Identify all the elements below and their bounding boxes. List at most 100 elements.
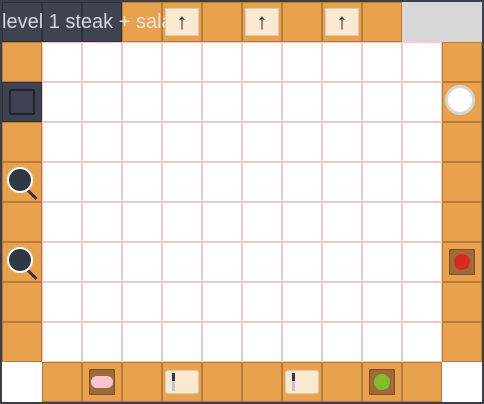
floor-tile xyxy=(322,202,362,242)
counter-tile xyxy=(2,202,42,242)
counter-tile xyxy=(242,362,282,402)
lettuce-dispenser xyxy=(369,369,395,395)
wall-tile xyxy=(2,362,42,402)
wall-tile xyxy=(42,2,82,42)
floor-tile xyxy=(122,202,162,242)
floor-tile xyxy=(202,122,242,162)
floor-tile xyxy=(42,82,82,122)
counter-tile xyxy=(282,2,322,42)
floor-tile xyxy=(82,202,122,242)
floor-tile xyxy=(362,322,402,362)
counter-tile xyxy=(2,282,42,322)
counter-tile xyxy=(442,282,482,322)
game-board: level 1 steak + salad ↑ ↑ ↑ xyxy=(0,0,484,404)
floor-tile xyxy=(402,162,442,202)
floor-tile xyxy=(202,82,242,122)
floor-tile xyxy=(202,322,242,362)
floor-tile xyxy=(402,42,442,82)
floor-tile xyxy=(322,122,362,162)
counter-tile xyxy=(2,322,42,362)
floor-tile xyxy=(42,282,82,322)
crate-icon xyxy=(9,89,35,115)
delivery-window-1: ↑ xyxy=(165,8,199,36)
plate-icon xyxy=(445,85,475,115)
floor-tile xyxy=(202,242,242,282)
floor-tile xyxy=(402,322,442,362)
knife-handle xyxy=(292,373,295,381)
floor-tile xyxy=(242,122,282,162)
counter-tile xyxy=(202,362,242,402)
cutting-board-2 xyxy=(285,370,319,394)
floor-tile xyxy=(322,162,362,202)
floor-tile xyxy=(282,322,322,362)
floor-tile xyxy=(282,162,322,202)
floor-tile xyxy=(362,282,402,322)
up-arrow-icon: ↑ xyxy=(336,9,348,34)
floor-tile xyxy=(162,322,202,362)
counter-tile xyxy=(442,162,482,202)
up-arrow-icon: ↑ xyxy=(256,9,268,34)
frying-pan-2 xyxy=(2,242,42,282)
floor-tile xyxy=(402,202,442,242)
floor-tile xyxy=(402,282,442,322)
counter-tile xyxy=(2,42,42,82)
floor-tile xyxy=(242,82,282,122)
floor-tile xyxy=(322,82,362,122)
wall-tile xyxy=(2,2,42,42)
floor-tile xyxy=(162,202,202,242)
floor-tile xyxy=(282,242,322,282)
floor-tile xyxy=(162,42,202,82)
wall-tile xyxy=(442,362,482,402)
floor-tile xyxy=(402,122,442,162)
floor-tile xyxy=(242,42,282,82)
floor-tile xyxy=(162,282,202,322)
cutting-board-1 xyxy=(165,370,199,394)
floor-tile xyxy=(282,42,322,82)
steak-icon xyxy=(91,376,113,388)
floor-tile xyxy=(202,162,242,202)
counter-tile xyxy=(362,2,402,42)
floor-tile xyxy=(122,42,162,82)
floor-tile xyxy=(42,242,82,282)
floor-tile xyxy=(82,162,122,202)
floor-tile xyxy=(322,42,362,82)
steak-dispenser xyxy=(89,369,115,395)
knife-handle xyxy=(172,373,175,381)
floor-tile xyxy=(242,322,282,362)
floor-tile xyxy=(362,162,402,202)
floor-tile xyxy=(362,242,402,282)
delivery-window-2: ↑ xyxy=(245,8,279,36)
counter-tile xyxy=(42,362,82,402)
floor-tile xyxy=(402,82,442,122)
counter-tile xyxy=(442,122,482,162)
floor-tile xyxy=(202,42,242,82)
floor-tile xyxy=(122,122,162,162)
tomato-icon xyxy=(454,254,470,270)
counter-tile xyxy=(2,122,42,162)
floor-tile xyxy=(82,122,122,162)
counter-tile xyxy=(442,42,482,82)
floor-tile xyxy=(282,202,322,242)
floor-tile xyxy=(42,42,82,82)
floor-tile xyxy=(122,162,162,202)
counter-tile xyxy=(122,362,162,402)
counter-tile xyxy=(122,2,162,42)
floor-tile xyxy=(162,162,202,202)
floor-tile xyxy=(82,242,122,282)
floor-tile xyxy=(362,82,402,122)
floor-tile xyxy=(362,122,402,162)
floor-tile xyxy=(402,242,442,282)
floor-tile xyxy=(82,82,122,122)
floor-tile xyxy=(42,162,82,202)
floor-tile xyxy=(242,282,282,322)
floor-tile xyxy=(282,82,322,122)
floor-tile xyxy=(202,202,242,242)
wall-tile xyxy=(82,2,122,42)
floor-tile xyxy=(162,242,202,282)
floor-tile xyxy=(42,322,82,362)
floor-tile xyxy=(82,322,122,362)
lettuce-icon xyxy=(374,374,390,390)
floor-tile xyxy=(122,282,162,322)
floor-tile xyxy=(362,202,402,242)
floor-tile xyxy=(202,282,242,322)
